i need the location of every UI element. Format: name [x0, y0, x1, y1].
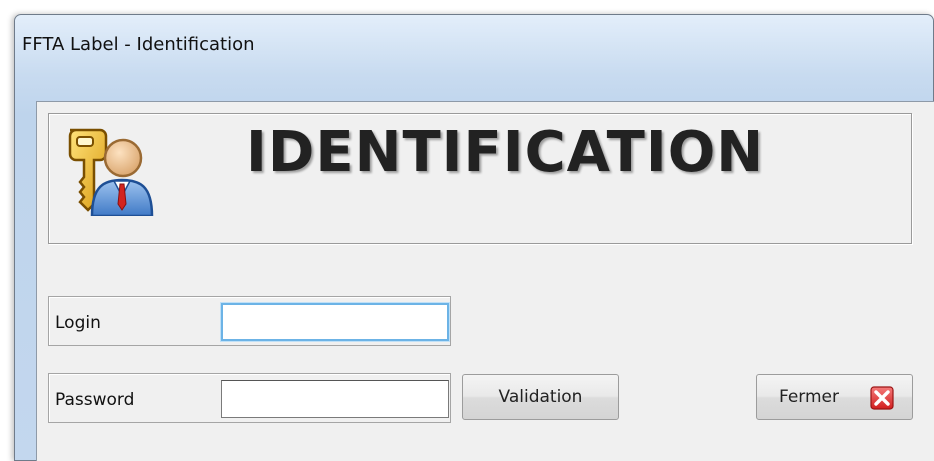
password-input[interactable]	[221, 380, 449, 418]
user-key-icon	[68, 128, 154, 216]
login-row: Login	[48, 296, 451, 346]
password-label: Password	[55, 390, 135, 410]
validation-button[interactable]: Validation	[462, 374, 619, 420]
window-title: FFTA Label - Identification	[22, 34, 255, 55]
close-icon	[870, 386, 894, 410]
login-label: Login	[55, 313, 101, 333]
password-row: Password	[48, 373, 451, 423]
login-input[interactable]	[221, 303, 449, 341]
close-button-label: Fermer	[779, 387, 840, 407]
page-heading: IDENTIFICATION	[246, 120, 765, 185]
close-button[interactable]: Fermer	[756, 374, 913, 420]
